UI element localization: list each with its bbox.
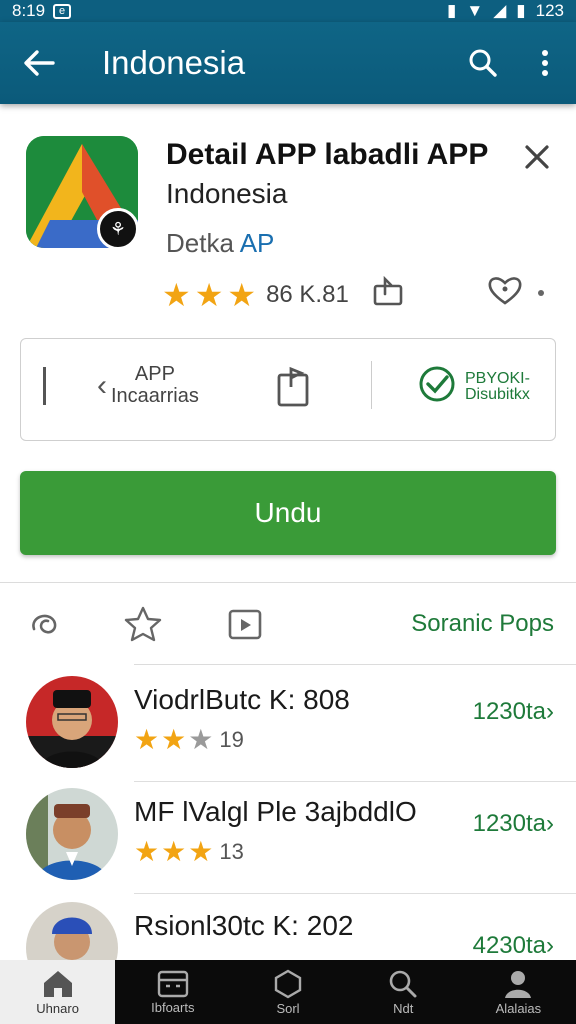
status-time: 8:19 <box>12 1 46 20</box>
hexagon-icon <box>274 969 302 998</box>
star-icon: ★ <box>227 276 257 313</box>
list-item-title: MF lValgl Ple 3ajbddlO <box>134 796 417 827</box>
rating-count: 86 K.81 <box>266 280 349 308</box>
list-item-price[interactable]: 1230ta› <box>473 810 554 838</box>
star-icon: ★ <box>134 836 160 867</box>
nav-label: Alalaias <box>495 1000 542 1016</box>
app-bar: Indonesia <box>0 22 576 104</box>
flag-icon <box>277 366 309 407</box>
cell-icon: ◢ <box>493 1 507 20</box>
developer-badge-icon: ⚘ <box>97 208 139 250</box>
back-button[interactable] <box>0 49 78 77</box>
nav-label: Ndt <box>393 1000 414 1016</box>
signal-icon: ▮ <box>447 1 457 20</box>
share-button[interactable] <box>371 275 405 313</box>
report-button[interactable] <box>275 365 315 414</box>
loop-icon <box>32 614 57 634</box>
battery-icon: ▮ <box>516 1 526 20</box>
nav-label: Ibfoarts <box>151 999 195 1015</box>
nav-item-apps[interactable]: Ibfoarts <box>115 960 230 1024</box>
search-button[interactable] <box>452 48 514 78</box>
rating-count: 13 <box>219 839 244 864</box>
overflow-menu-button[interactable] <box>514 49 576 77</box>
section-divider <box>0 582 576 583</box>
nav-item-account[interactable]: Alalaias <box>461 960 576 1024</box>
star-icon: ★ <box>134 724 160 755</box>
tab-refresh[interactable] <box>0 609 92 639</box>
close-icon <box>525 145 549 169</box>
app-title: Detail APP labadli APP <box>166 138 489 171</box>
app-subtitle: Indonesia <box>166 178 288 209</box>
notification-icon: e <box>53 3 72 19</box>
info-card: ‹ APP Incaarrias PBYOKI- Disubitkx <box>20 338 556 441</box>
list-item-title: ViodrlButc K: 808 <box>134 684 350 715</box>
verified-label: PBYOKI- Disubitkx <box>465 370 530 403</box>
category-label[interactable]: APP Incaarrias <box>111 363 199 407</box>
avatar <box>26 788 118 880</box>
developer-name-b: AP <box>239 228 275 258</box>
heart-icon <box>488 277 522 305</box>
rating-extra <box>486 274 544 311</box>
rating-count: 19 <box>219 727 244 752</box>
chevron-left-icon: ‹ <box>97 369 107 402</box>
list-item-rating: ★ ★ ★ 19 <box>134 726 244 754</box>
bottom-navigation: Uhnaro Ibfoarts Sorl Ndt Alalaias <box>0 960 576 1024</box>
battery-level: 123 <box>535 1 564 20</box>
nav-item-games[interactable]: Sorl <box>230 960 345 1024</box>
nav-item-search[interactable]: Ndt <box>346 960 461 1024</box>
star-icon: ★ <box>161 724 187 755</box>
nav-label: Sorl <box>276 1000 300 1016</box>
info-separator <box>371 361 372 409</box>
apps-icon <box>157 970 188 997</box>
share-icon <box>373 275 403 306</box>
list-item-price[interactable]: 4230ta› <box>473 932 554 960</box>
section-tabs: Soranic Pops <box>0 594 576 654</box>
star-icon: ★ <box>194 276 224 313</box>
more-vert-icon <box>542 50 548 76</box>
status-bar: 8:19 e ▮ ▼ ◢ ▮ 123 <box>0 0 576 22</box>
developer-name[interactable]: Detka AP <box>166 228 274 259</box>
wishlist-button[interactable] <box>486 274 524 311</box>
avatar <box>26 676 118 768</box>
close-button[interactable] <box>524 140 550 179</box>
wifi-icon: ▼ <box>466 1 484 20</box>
star-icon: ★ <box>188 836 214 867</box>
verified-chat-icon <box>419 366 455 402</box>
page-title: Indonesia <box>102 44 246 81</box>
list-item-price[interactable]: 1230ta› <box>473 698 554 726</box>
star-icon: ★ <box>162 276 191 313</box>
search-icon <box>389 970 417 997</box>
list-item-title: Rsionl30tc K: 202 <box>134 910 354 941</box>
nav-item-home[interactable]: Uhnaro <box>0 960 116 1024</box>
tab-video[interactable] <box>194 607 296 641</box>
install-button[interactable]: Undu <box>20 471 556 555</box>
tabs-divider <box>134 664 576 665</box>
star-icon: ★ <box>161 836 187 867</box>
verified-icon-wrap <box>417 365 457 410</box>
star-half-icon: ★ <box>188 724 214 755</box>
divider-bar <box>43 367 46 405</box>
list-item[interactable]: ViodrlButc K: 808 ★ ★ ★ 19 1230ta› <box>0 668 576 782</box>
list-item[interactable]: MF lValgl Ple 3ajbddlO ★ ★ ★ 13 1230ta› <box>0 780 576 894</box>
tab-favorites[interactable] <box>92 606 194 642</box>
star-outline-icon <box>124 606 162 642</box>
list-item-rating: ★ ★ ★ 13 <box>134 838 244 866</box>
dot-icon <box>538 289 544 296</box>
arrow-left-icon <box>24 50 55 76</box>
person-icon <box>505 970 532 998</box>
developer-name-a: Detka <box>166 228 234 258</box>
similar-apps-link[interactable]: Soranic Pops <box>411 610 554 638</box>
nav-label: Uhnaro <box>36 1000 79 1016</box>
rating-row: ★ ★ ★ 86 K.81 <box>162 275 405 313</box>
play-box-icon <box>228 609 262 640</box>
search-icon <box>469 49 497 77</box>
home-icon <box>43 970 72 997</box>
